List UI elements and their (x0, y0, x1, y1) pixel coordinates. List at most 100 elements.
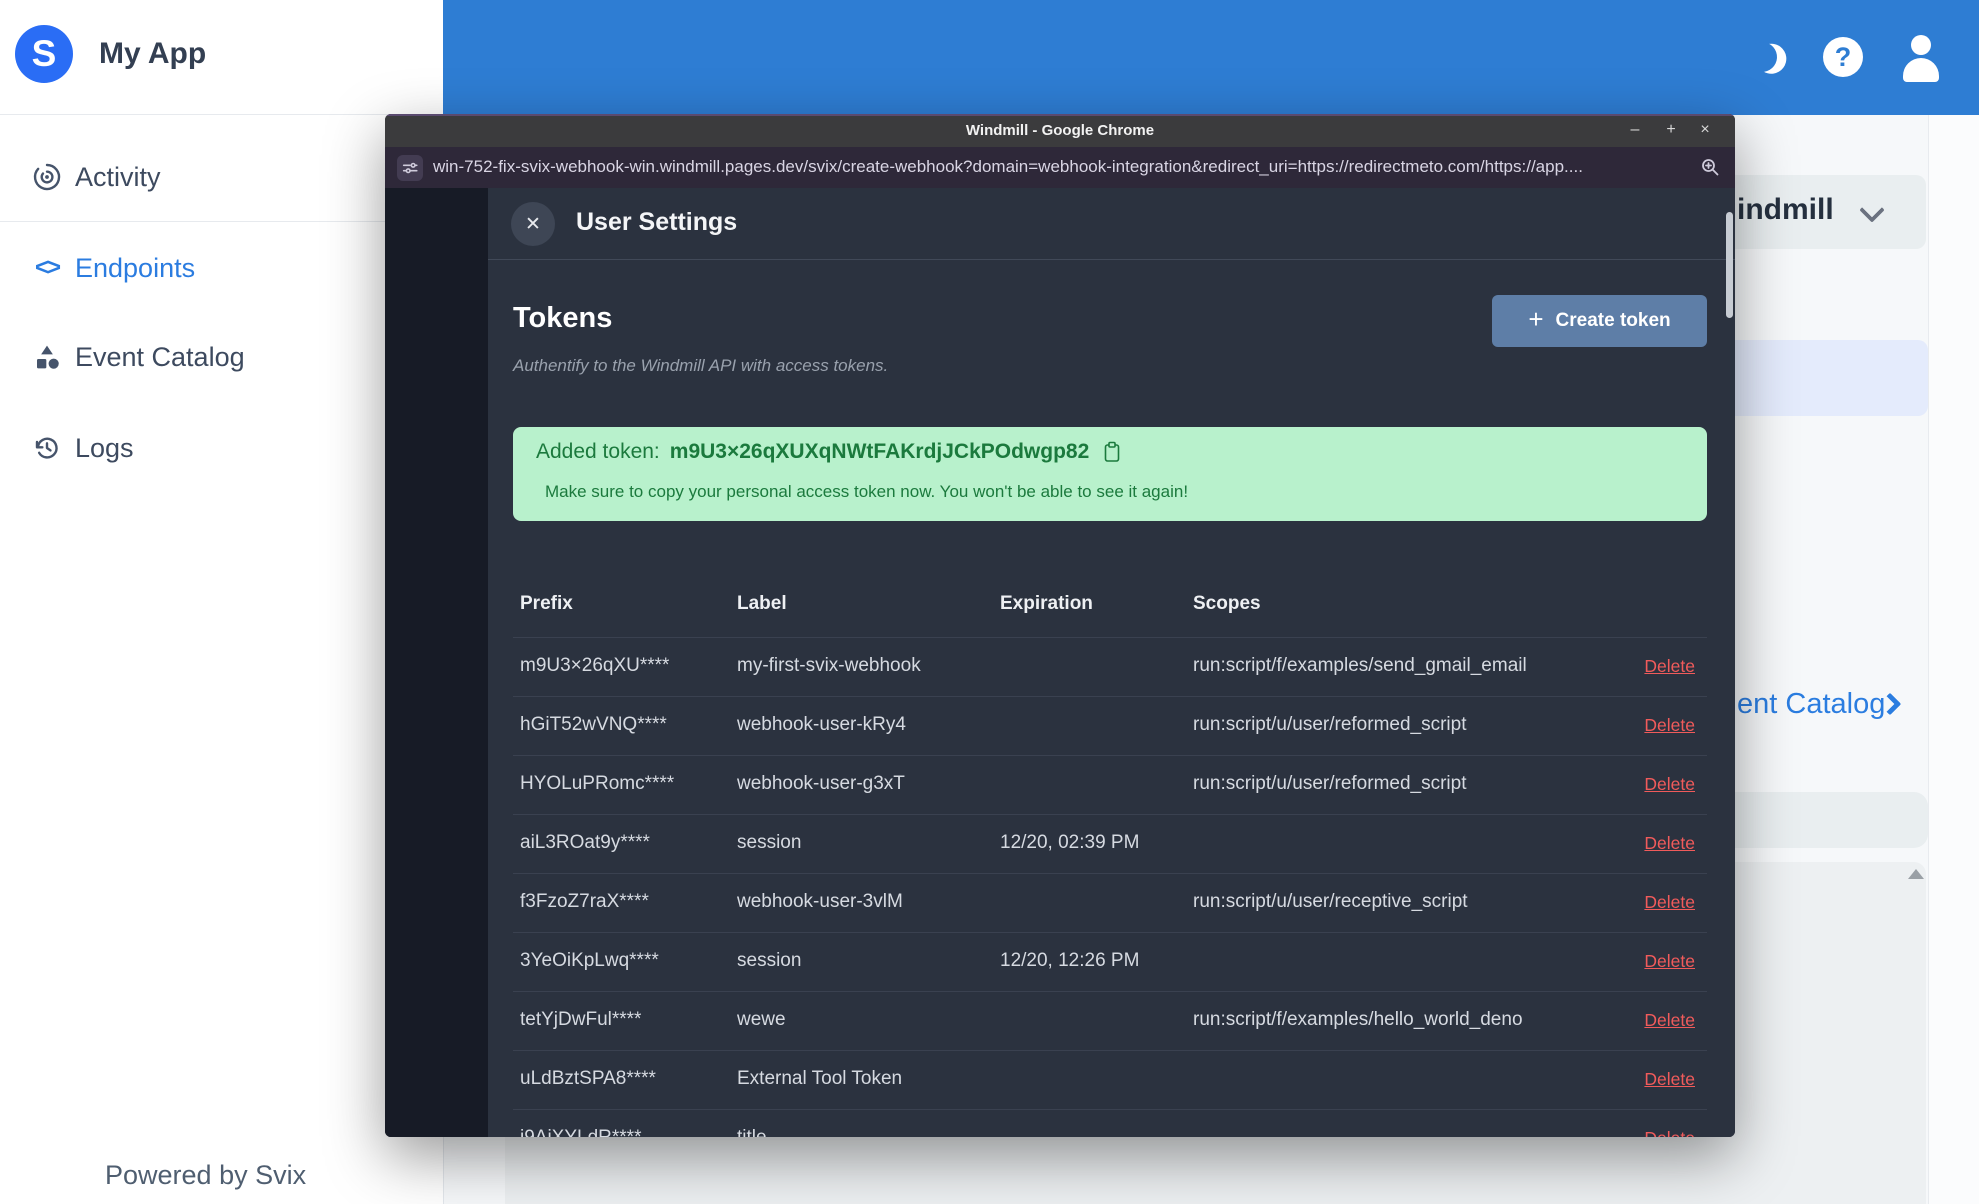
sidebar-item-activity[interactable]: Activity (0, 150, 443, 204)
magnifier-icon[interactable] (1699, 156, 1721, 183)
token-scopes: run:script/u/user/receptive_script (1193, 891, 1468, 912)
token-label: webhook-user-g3xT (737, 773, 905, 794)
sidebar-item-label: Endpoints (75, 252, 196, 283)
token-label: session (737, 950, 802, 971)
modal-header: ✕ User Settings (488, 188, 1735, 260)
create-token-button[interactable]: + Create token (1492, 295, 1707, 347)
site-settings-icon[interactable] (397, 155, 423, 181)
sidebar-divider (0, 221, 443, 222)
token-prefix: HYOLuPRomc**** (520, 773, 675, 794)
history-clock-icon (30, 431, 64, 465)
token-scopes: run:script/f/examples/hello_world_deno (1193, 1009, 1523, 1030)
token-prefix: tetYjDwFul**** (520, 1009, 642, 1030)
event-catalog-link[interactable]: ent Catalog (1737, 688, 1885, 721)
avatar-body (1903, 58, 1939, 82)
scrollbar-thumb[interactable] (1726, 212, 1733, 318)
table-body: m9U3×26qXU**** my-first-svix-webhook run:s… (513, 637, 1707, 1137)
token-label: External Tool Token (737, 1068, 903, 1089)
header-label: Label (737, 593, 787, 614)
delete-link[interactable]: Delete (1644, 833, 1695, 854)
added-token-value: m9U3×26qXUXqNWtFAKrdjJCkPOdwgp82 (669, 440, 1090, 463)
token-row: uLdBztSPA8**** External Tool Token Delete (513, 1050, 1707, 1109)
token-scopes: run:script/u/user/reformed_script (1193, 773, 1467, 794)
token-label: webhook-user-kRy4 (737, 714, 906, 735)
added-token-banner: Added token: m9U3×26qXUXqNWtFAKrdjJCkPOd… (513, 427, 1707, 521)
url-bar[interactable]: win-752-fix-svix-webhook-win.windmill.pa… (385, 147, 1735, 188)
sidebar-item-logs[interactable]: Logs (0, 421, 443, 475)
token-label: webhook-user-3vlM (737, 891, 903, 912)
activity-icon (30, 160, 64, 194)
token-prefix: m9U3×26qXU**** (520, 655, 670, 676)
token-label: wewe (737, 1009, 786, 1030)
help-icon[interactable]: ? (1823, 37, 1863, 77)
token-row: m9U3×26qXU**** my-first-svix-webhook run:s… (513, 637, 1707, 696)
token-row: f3FzoZ7raX**** webhook-user-3vlM run:scrip… (513, 873, 1707, 932)
right-column (1928, 115, 1979, 1204)
tokens-subtitle: Authentify to the Windmill API with acce… (513, 356, 889, 375)
tokens-heading: Tokens (513, 302, 613, 334)
delete-link[interactable]: Delete (1644, 774, 1695, 795)
token-label: session (737, 832, 802, 853)
header-expiration: Expiration (1000, 593, 1093, 614)
sidebar-item-label: Logs (75, 432, 134, 463)
plus-icon: + (1528, 304, 1544, 334)
delete-link[interactable]: Delete (1644, 1010, 1695, 1031)
modal-title: User Settings (576, 208, 738, 236)
added-token-prefix: Added token: (536, 440, 660, 463)
address-url[interactable]: win-752-fix-svix-webhook-win.windmill.pa… (433, 157, 1681, 177)
browser-content: ✕ User Settings Tokens Authentify to the… (385, 188, 1735, 1137)
token-expiration: 12/20, 02:39 PM (1000, 832, 1140, 853)
powered-by-svix: Powered by Svix (105, 1160, 307, 1190)
token-warning-note: Make sure to copy your personal access t… (545, 482, 1189, 501)
scroll-up-arrow-icon[interactable] (1908, 869, 1924, 879)
delete-link[interactable]: Delete (1644, 951, 1695, 972)
window-maximize-button[interactable]: + (1659, 121, 1683, 139)
window-minimize-button[interactable]: – (1623, 121, 1647, 139)
token-row: hGiT52wVNQ**** webhook-user-kRy4 run:scrip… (513, 696, 1707, 755)
delete-link[interactable]: Delete (1644, 656, 1695, 677)
token-row: 3YeOiKpLwq**** session 12/20, 12:26 PM Dele… (513, 932, 1707, 991)
app-brand: S My App (15, 25, 206, 83)
token-prefix: 3YeOiKpLwq**** (520, 950, 659, 971)
delete-link[interactable]: Delete (1644, 892, 1695, 913)
sidebar-item-label: Activity (75, 161, 161, 192)
delete-link[interactable]: Delete (1644, 715, 1695, 736)
avatar-head (1911, 35, 1931, 55)
header-prefix: Prefix (520, 593, 573, 614)
window-close-button[interactable]: × (1693, 121, 1717, 139)
tokens-table: Prefix Label Expiration Scopes m9U3×26qX… (513, 573, 1707, 1137)
shapes-icon (30, 340, 64, 374)
user-settings-modal: ✕ User Settings Tokens Authentify to the… (488, 188, 1735, 1137)
svix-logo-icon: S (15, 25, 73, 83)
close-icon[interactable]: ✕ (511, 202, 555, 246)
chevron-down-icon (1859, 197, 1885, 223)
token-row: aiL3ROat9y**** session 12/20, 02:39 PM Dele… (513, 814, 1707, 873)
chrome-window: Windmill - Google Chrome – + × win-752-f… (385, 114, 1735, 1137)
window-title: Windmill - Google Chrome (965, 122, 1155, 139)
token-prefix: f3FzoZ7raX**** (520, 891, 649, 912)
token-row: i9AiXYLdR**** title Delete (513, 1109, 1707, 1137)
header-scopes: Scopes (1193, 593, 1261, 614)
sidebar-item-endpoints[interactable]: <> Endpoints (0, 241, 443, 295)
modal-overlay (385, 188, 488, 1137)
sidebar-divider (0, 114, 443, 115)
screen: S My App Activity <> Endpoints Event Cat… (0, 0, 1979, 1204)
token-label: my-first-svix-webhook (737, 655, 921, 676)
sidebar-item-label: Event Catalog (75, 341, 245, 372)
table-header-row: Prefix Label Expiration Scopes (513, 573, 1707, 637)
token-label: title (737, 1127, 767, 1137)
window-titlebar[interactable]: Windmill - Google Chrome – + × (385, 114, 1735, 147)
token-prefix: aiL3ROat9y**** (520, 832, 650, 853)
token-expiration: 12/20, 12:26 PM (1000, 950, 1140, 971)
sidebar: S My App Activity <> Endpoints Event Cat… (0, 0, 443, 1204)
user-avatar-icon[interactable] (1901, 33, 1941, 82)
sidebar-item-event-catalog[interactable]: Event Catalog (0, 330, 443, 384)
delete-link[interactable]: Delete (1644, 1128, 1695, 1137)
copy-clipboard-icon[interactable] (1103, 441, 1121, 463)
token-scopes: run:script/f/examples/send_gmail_email (1193, 655, 1527, 676)
token-row: HYOLuPRomc**** webhook-user-g3xT run:scrip… (513, 755, 1707, 814)
token-row: tetYjDwFul**** wewe run:script/f/examples/… (513, 991, 1707, 1050)
delete-link[interactable]: Delete (1644, 1069, 1695, 1090)
token-prefix: i9AiXYLdR**** (520, 1127, 641, 1137)
token-prefix: hGiT52wVNQ**** (520, 714, 667, 735)
